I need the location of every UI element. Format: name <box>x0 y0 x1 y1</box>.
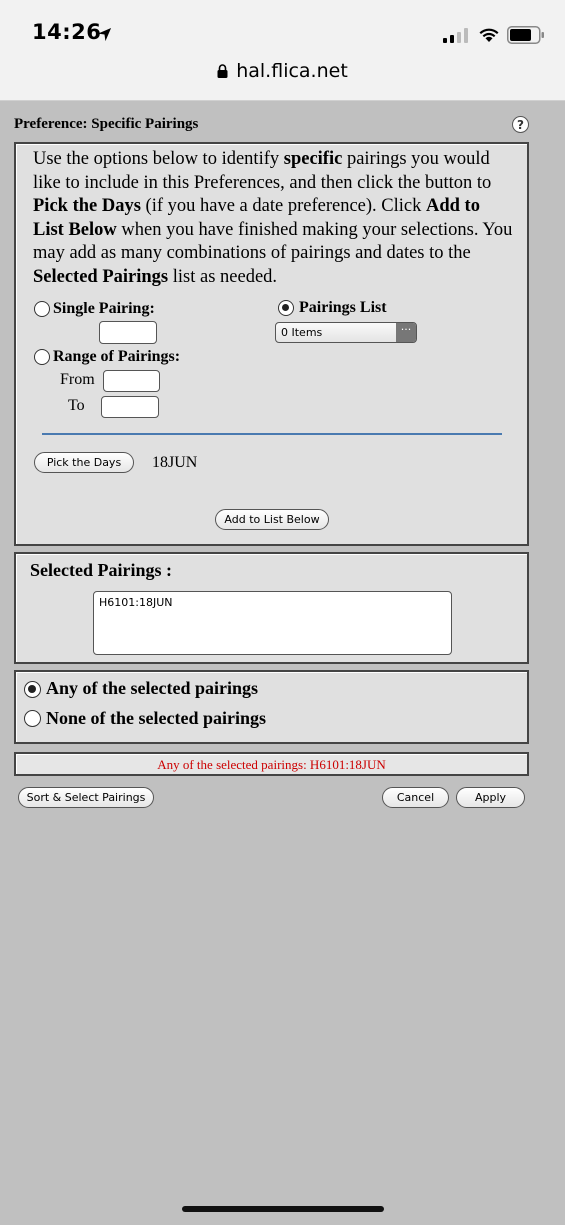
range-from-input[interactable] <box>103 370 160 392</box>
range-to-input[interactable] <box>101 396 159 418</box>
help-icon[interactable]: ? <box>512 116 529 133</box>
instructions-bold: Pick the Days <box>33 196 141 216</box>
url-text: hal.flica.net <box>236 60 348 82</box>
apply-button[interactable]: Apply <box>456 787 525 808</box>
address-bar[interactable]: hal.flica.net <box>0 60 565 82</box>
range-pairings-radio[interactable] <box>34 349 50 365</box>
single-pairing-label: Single Pairing: <box>53 300 155 317</box>
home-indicator[interactable] <box>182 1206 384 1212</box>
status-time: 14:26 <box>32 20 102 44</box>
pick-the-days-button[interactable]: Pick the Days <box>34 452 134 473</box>
single-pairing-radio[interactable] <box>34 301 50 317</box>
match-mode-panel: Any of the selected pairings None of the… <box>14 670 529 744</box>
selected-pairings-panel: Selected Pairings : H6101:18JUN <box>14 552 529 664</box>
instructions-text: Use the options below to identify specif… <box>33 148 513 289</box>
any-selected-label: Any of the selected pairings <box>46 678 258 698</box>
pairings-list-value: 0 Items <box>281 326 323 339</box>
more-options-icon[interactable]: ··· <box>396 323 416 342</box>
list-item[interactable]: H6101:18JUN <box>99 596 446 609</box>
section-divider <box>42 433 502 435</box>
instructions-bold: Selected Pairings <box>33 266 169 287</box>
pairing-options-panel: Use the options below to identify specif… <box>14 142 529 546</box>
selected-pairings-title: Selected Pairings : <box>30 560 172 580</box>
none-selected-radio[interactable] <box>24 710 41 727</box>
wifi-icon <box>479 28 499 42</box>
cancel-button[interactable]: Cancel <box>382 787 449 808</box>
instructions-part: (if you have a date preference). Click <box>140 196 426 216</box>
single-pairing-input[interactable] <box>99 321 157 344</box>
summary-panel: Any of the selected pairings: H6101:18JU… <box>14 752 529 776</box>
pairings-list-select[interactable]: 0 Items ··· <box>275 322 417 343</box>
pairings-list-radio[interactable] <box>278 300 294 316</box>
range-pairings-label: Range of Pairings: <box>53 348 181 365</box>
from-label: From <box>60 371 95 388</box>
instructions-part: list as needed. <box>168 266 278 287</box>
pairings-list-label: Pairings List <box>299 299 387 316</box>
instructions-bold: specific <box>283 149 343 169</box>
page-title: Preference: Specific Pairings <box>14 116 199 132</box>
selected-pairings-list[interactable]: H6101:18JUN <box>93 591 452 655</box>
sort-select-pairings-button[interactable]: Sort & Select Pairings <box>18 787 154 808</box>
battery-icon <box>507 26 544 44</box>
location-arrow-icon <box>97 27 112 42</box>
any-selected-radio[interactable] <box>24 681 41 698</box>
cellular-signal-icon <box>443 28 468 43</box>
browser-bar: 14:26 hal.flica.net <box>0 0 565 101</box>
lock-icon <box>217 64 228 78</box>
picked-days-value: 18JUN <box>152 454 198 471</box>
summary-text: Any of the selected pairings: H6101:18JU… <box>157 757 386 772</box>
add-to-list-button[interactable]: Add to List Below <box>215 509 329 530</box>
none-selected-label: None of the selected pairings <box>46 708 266 728</box>
instructions-part: Use the options below to identify <box>33 149 284 169</box>
to-label: To <box>68 397 85 414</box>
